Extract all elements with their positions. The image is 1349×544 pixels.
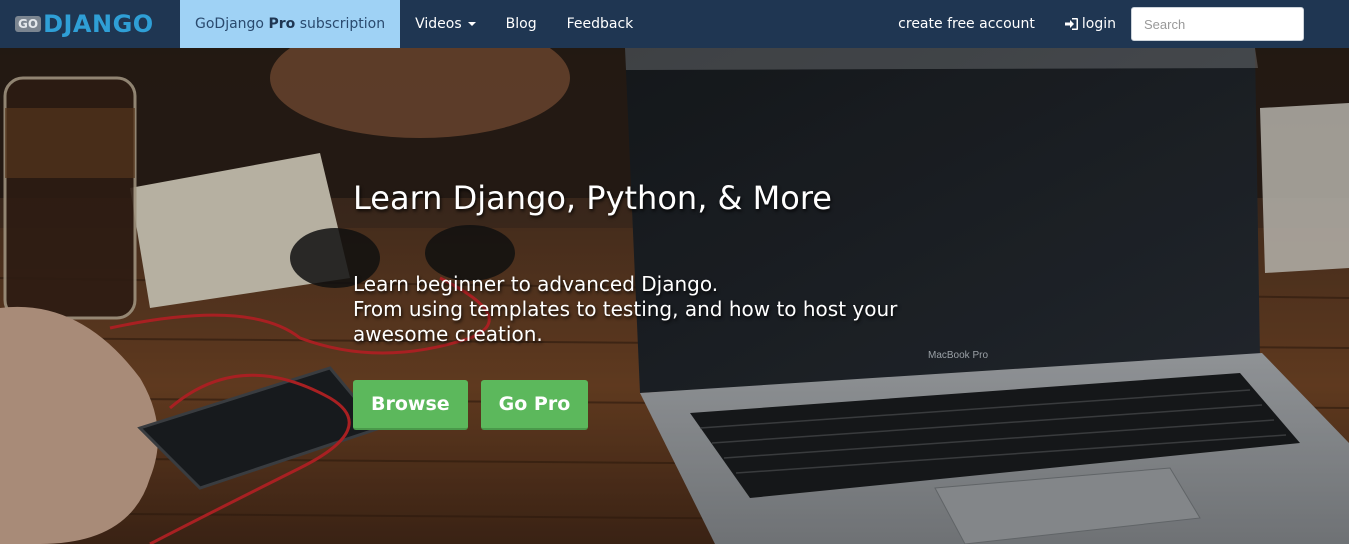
nav-blog[interactable]: Blog <box>491 0 552 48</box>
hero-section: MacBook Pro Learn Django, Python, & More… <box>0 48 1349 544</box>
hero-subtitle: Learn beginner to advanced Django. From … <box>353 272 973 347</box>
nav-feedback[interactable]: Feedback <box>552 0 649 48</box>
login-icon <box>1064 18 1078 30</box>
nav-pro-suffix: subscription <box>295 16 386 32</box>
brand-logo[interactable]: GO DJANGO <box>0 0 180 48</box>
top-navbar: GO DJANGO GoDjango Pro subscription Vide… <box>0 0 1349 48</box>
nav-pro-bold: Pro <box>268 16 296 32</box>
hero-content: Learn Django, Python, & More Learn begin… <box>353 176 973 430</box>
go-pro-button[interactable]: Go Pro <box>480 380 589 430</box>
hero-title: Learn Django, Python, & More <box>353 179 832 217</box>
nav-login-label: login <box>1081 16 1116 32</box>
nav-create-account[interactable]: create free account <box>883 0 1050 48</box>
search-input[interactable] <box>1131 7 1304 41</box>
nav-videos-dropdown[interactable]: Videos <box>400 0 491 48</box>
nav-videos-label: Videos <box>415 16 462 32</box>
hero-buttons: Browse Go Pro <box>353 380 973 430</box>
nav-right-group: create free account login <box>883 0 1349 48</box>
browse-button[interactable]: Browse <box>353 380 468 430</box>
hero-subtitle-line: From using templates to testing, and how… <box>353 297 898 321</box>
hero-subtitle-line: Learn beginner to advanced Django. <box>353 272 719 296</box>
chevron-down-icon <box>467 22 476 26</box>
brand-name: DJANGO <box>43 10 154 38</box>
nav-pro-subscription[interactable]: GoDjango Pro subscription <box>180 0 401 48</box>
nav-login[interactable]: login <box>1050 0 1131 48</box>
nav-pro-prefix: GoDjango <box>195 16 269 32</box>
hero-subtitle-line: awesome creation. <box>353 322 543 346</box>
brand-badge: GO <box>15 16 42 32</box>
